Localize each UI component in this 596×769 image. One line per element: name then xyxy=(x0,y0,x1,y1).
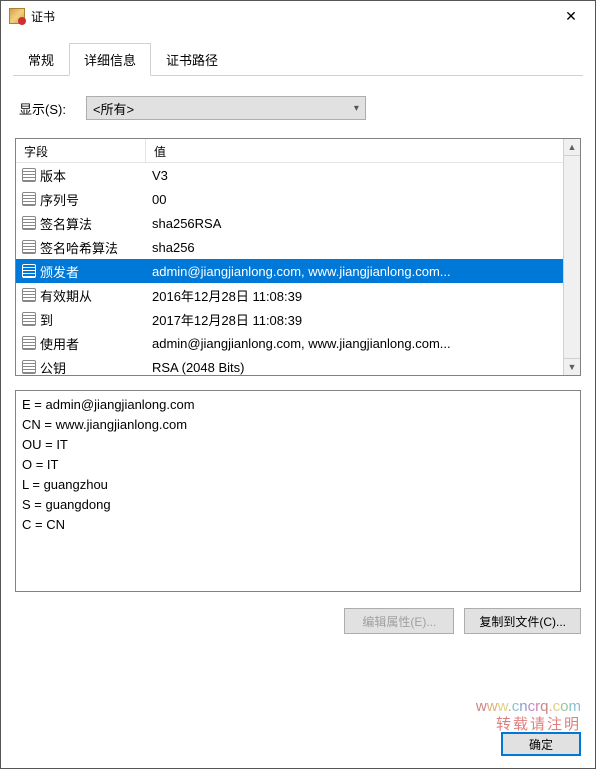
field-icon xyxy=(22,264,36,278)
field-name: 使用者 xyxy=(40,334,79,353)
show-select[interactable]: <所有> ▾ xyxy=(86,96,366,120)
copy-to-file-button[interactable]: 复制到文件(C)... xyxy=(464,608,581,634)
table-row[interactable]: 签名哈希算法 sha256 xyxy=(16,235,580,259)
field-value: 00 xyxy=(146,187,580,211)
chevron-down-icon: ▾ xyxy=(354,103,359,114)
table-row[interactable]: 序列号 00 xyxy=(16,187,580,211)
field-value: RSA (2048 Bits) xyxy=(146,355,580,376)
field-icon xyxy=(22,240,36,254)
col-field[interactable]: 字段 xyxy=(16,139,146,162)
field-icon xyxy=(22,336,36,350)
ok-row: 确定 xyxy=(501,732,581,756)
field-icon xyxy=(22,192,36,206)
dialog-content: 常规 详细信息 证书路径 显示(S): <所有> ▾ 字段 值 版本 V3 序列号 0… xyxy=(1,31,595,646)
fields-body[interactable]: 版本 V3 序列号 00 签名算法 sha256RSA 签名哈希算法 sha256 颁发者 adm… xyxy=(16,163,580,376)
field-name: 颁发者 xyxy=(40,262,79,281)
edit-properties-button: 编辑属性(E)... xyxy=(344,608,454,634)
field-name: 有效期从 xyxy=(40,286,92,305)
ok-button[interactable]: 确定 xyxy=(501,732,581,756)
field-icon xyxy=(22,216,36,230)
tab-details[interactable]: 详细信息 xyxy=(69,43,151,76)
table-row[interactable]: 版本 V3 xyxy=(16,163,580,187)
field-value: admin@jiangjianlong.com, www.jiangjianlo… xyxy=(146,331,580,355)
tab-cert-path[interactable]: 证书路径 xyxy=(151,43,233,76)
detail-textarea[interactable]: E = admin@jiangjianlong.com CN = www.jia… xyxy=(15,390,581,592)
field-name: 版本 xyxy=(40,166,66,185)
scrollbar[interactable]: ▲ ▼ xyxy=(563,139,580,375)
window-title: 证书 xyxy=(31,8,551,25)
table-row[interactable]: 有效期从 2016年12月28日 11:08:39 xyxy=(16,283,580,307)
table-row[interactable]: 签名算法 sha256RSA xyxy=(16,211,580,235)
field-value: 2016年12月28日 11:08:39 xyxy=(146,283,580,307)
table-row[interactable]: 使用者 admin@jiangjianlong.com, www.jiangjia… xyxy=(16,331,580,355)
field-name: 序列号 xyxy=(40,190,79,209)
field-value: admin@jiangjianlong.com, www.jiangjianlo… xyxy=(146,259,580,283)
watermark-url: www.cncrq.com xyxy=(476,698,581,716)
field-name: 公钥 xyxy=(40,358,66,377)
certificate-icon xyxy=(9,8,25,24)
scroll-up-icon[interactable]: ▲ xyxy=(564,139,580,156)
show-row: 显示(S): <所有> ▾ xyxy=(13,96,583,120)
tab-general[interactable]: 常规 xyxy=(13,43,69,76)
scroll-down-icon[interactable]: ▼ xyxy=(564,358,580,375)
field-value: 2017年12月28日 11:08:39 xyxy=(146,307,580,331)
table-row[interactable]: 到 2017年12月28日 11:08:39 xyxy=(16,307,580,331)
field-icon xyxy=(22,288,36,302)
field-value: sha256RSA xyxy=(146,211,580,235)
field-icon xyxy=(22,312,36,326)
col-value[interactable]: 值 xyxy=(146,139,580,162)
field-icon xyxy=(22,168,36,182)
title-bar: 证书 ✕ xyxy=(1,1,595,31)
table-row[interactable]: 颁发者 admin@jiangjianlong.com, www.jiangjia… xyxy=(16,259,580,283)
field-value: V3 xyxy=(146,163,580,187)
field-value: sha256 xyxy=(146,235,580,259)
fields-header: 字段 值 xyxy=(16,139,580,163)
fields-list: 字段 值 版本V3序列号00签名算法sha256RSA签名哈希算法sha256颁… xyxy=(15,138,581,376)
field-icon xyxy=(22,360,36,374)
field-name: 签名算法 xyxy=(40,214,92,233)
show-label: 显示(S): xyxy=(19,99,66,118)
button-row: 编辑属性(E)... 复制到文件(C)... xyxy=(13,608,583,634)
show-select-value: <所有> xyxy=(93,99,134,118)
tab-strip: 常规 详细信息 证书路径 xyxy=(13,43,583,76)
watermark: www.cncrq.com 转载请注明 xyxy=(476,698,581,734)
field-name: 签名哈希算法 xyxy=(40,238,118,257)
field-name: 到 xyxy=(40,310,53,329)
close-button[interactable]: ✕ xyxy=(551,2,591,30)
table-row[interactable]: 公钥 RSA (2048 Bits) xyxy=(16,355,580,376)
